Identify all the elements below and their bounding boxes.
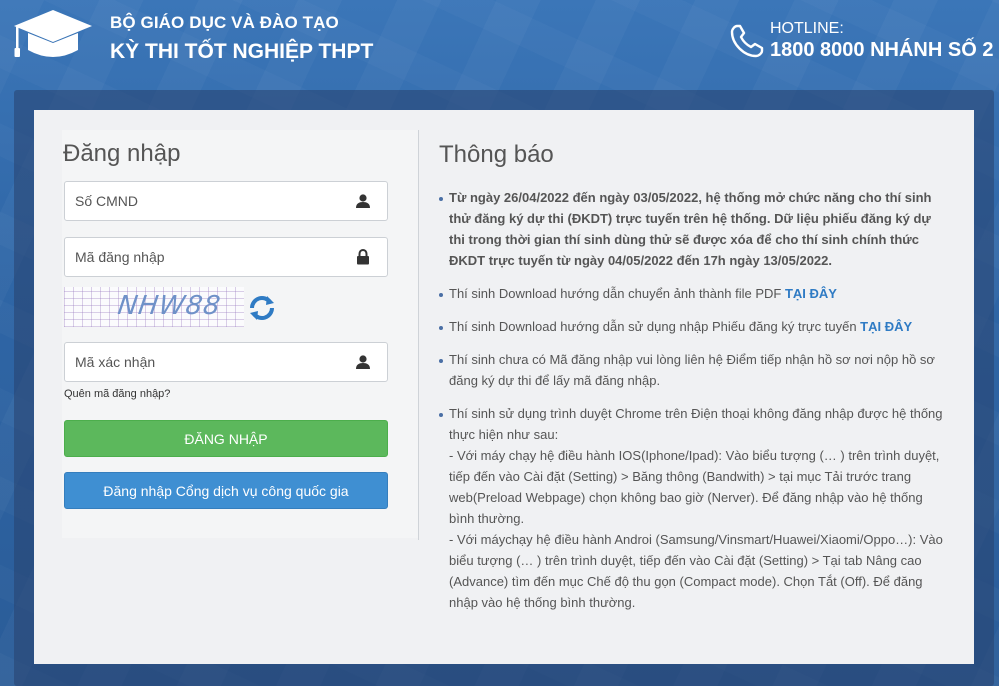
hotline-number: 1800 8000 NHÁNH SỐ 2 <box>770 39 994 61</box>
captcha-image: NHW88 <box>64 287 244 327</box>
column-divider <box>418 130 419 540</box>
notice-title: Thông báo <box>439 141 554 168</box>
exam-name: KỲ THI TỐT NGHIỆP THPT <box>110 40 374 63</box>
notice-item: Thí sinh Download hướng dẫn chuyển ảnh t… <box>439 283 949 304</box>
login-code-field <box>64 237 388 277</box>
captcha-text: NHW88 <box>115 291 223 321</box>
refresh-captcha-icon[interactable] <box>247 293 277 323</box>
cmnd-input[interactable] <box>65 182 345 220</box>
national-portal-login-button[interactable]: Đăng nhập Cổng dịch vụ công quốc gia <box>64 472 388 509</box>
notice-item: Từ ngày 26/04/2022 đến ngày 03/05/2022, … <box>439 187 949 271</box>
login-button[interactable]: ĐĂNG NHẬP <box>64 420 388 457</box>
pdf-guide-link[interactable]: TẠI ĐÂY <box>785 286 837 301</box>
graduation-cap-icon <box>14 10 92 57</box>
notice-list: Từ ngày 26/04/2022 đến ngày 03/05/2022, … <box>439 187 949 625</box>
forgot-code-link[interactable]: Quên mã đăng nhập? <box>64 388 170 400</box>
registration-guide-link[interactable]: TẠI ĐÂY <box>860 319 912 334</box>
captcha-input[interactable] <box>65 343 345 381</box>
cmnd-field <box>64 181 388 221</box>
phone-icon <box>730 24 764 58</box>
user-icon <box>356 355 370 369</box>
captcha-field <box>64 342 388 382</box>
notice-item: Thí sinh Download hướng dẫn sử dụng nhập… <box>439 316 949 337</box>
org-name: BỘ GIÁO DỤC VÀ ĐÀO TẠO <box>110 13 339 32</box>
header: BỘ GIÁO DỤC VÀ ĐÀO TẠO KỲ THI TỐT NGHIỆP… <box>0 0 999 90</box>
notice-item: Thí sinh chưa có Mã đăng nhập vui lòng l… <box>439 349 949 391</box>
android-instruction: - Với máychạy hệ điều hành Androi (Samsu… <box>449 532 943 610</box>
user-icon <box>356 194 370 208</box>
ios-instruction: - Với máy chạy hệ điều hành IOS(Iphone/I… <box>449 448 940 526</box>
lock-icon <box>357 249 369 265</box>
hotline-label: HOTLINE: <box>770 20 844 37</box>
login-code-input[interactable] <box>65 238 345 276</box>
notice-item: Thí sinh sử dụng trình duyệt Chrome trên… <box>439 403 949 613</box>
login-title: Đăng nhập <box>63 140 181 167</box>
